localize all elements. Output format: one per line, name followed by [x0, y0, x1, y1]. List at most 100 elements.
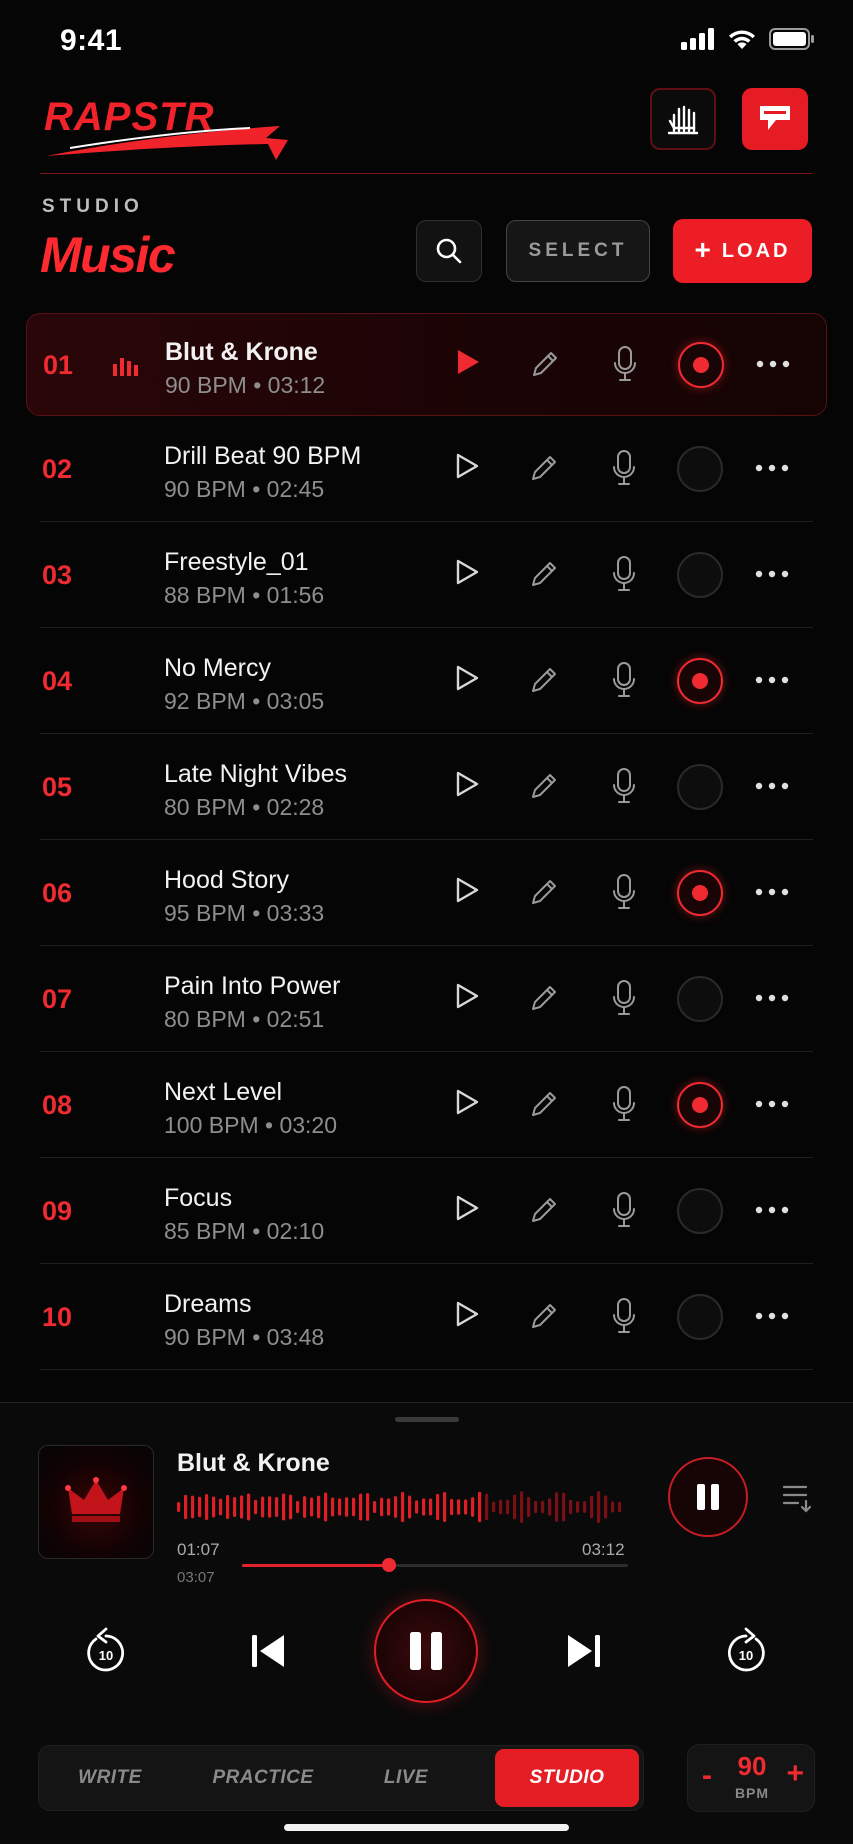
- waveform-bar: [415, 1500, 419, 1514]
- track-number: 07: [42, 984, 73, 1014]
- track-row[interactable]: 01 Blut & Krone 90 BPM • 03:12: [26, 313, 827, 416]
- tab-live[interactable]: LIVE: [345, 1746, 467, 1810]
- edit-button[interactable]: [527, 346, 563, 382]
- track-title: Pain Into Power: [164, 972, 341, 1000]
- edit-button[interactable]: [526, 1086, 562, 1122]
- record-vocals-button[interactable]: [606, 660, 642, 700]
- record-vocals-button[interactable]: [606, 448, 642, 488]
- play-button[interactable]: [448, 662, 484, 698]
- edit-button[interactable]: [526, 1192, 562, 1228]
- play-icon: [451, 1087, 481, 1122]
- edit-button[interactable]: [526, 662, 562, 698]
- play-button[interactable]: [448, 980, 484, 1016]
- more-options-button[interactable]: [752, 450, 792, 486]
- bpm-increase-button[interactable]: +: [786, 1757, 804, 1791]
- next-track-button[interactable]: [562, 1629, 606, 1673]
- edit-button[interactable]: [526, 450, 562, 486]
- drag-handle[interactable]: [395, 1417, 459, 1422]
- play-button[interactable]: [448, 556, 484, 592]
- chat-bubble-icon: [760, 106, 790, 130]
- edit-button[interactable]: [526, 874, 562, 910]
- track-row[interactable]: 06 Hood Story 95 BPM • 03:33: [0, 840, 853, 946]
- waveform-bar: [527, 1496, 531, 1518]
- edit-button[interactable]: [526, 768, 562, 804]
- record-vocals-button[interactable]: [606, 554, 642, 594]
- more-options-button[interactable]: [752, 1192, 792, 1228]
- recorded-indicator[interactable]: [677, 658, 723, 704]
- waveform-bar: [373, 1500, 377, 1514]
- queue-button[interactable]: [780, 1481, 816, 1518]
- more-options-button[interactable]: [752, 1298, 792, 1334]
- recorded-indicator[interactable]: [678, 342, 724, 388]
- tab-write[interactable]: WRITE: [39, 1746, 181, 1810]
- more-options-button[interactable]: [753, 346, 793, 382]
- previous-track-button[interactable]: [246, 1629, 290, 1673]
- progress-knob[interactable]: [381, 1558, 396, 1572]
- track-row[interactable]: 02 Drill Beat 90 BPM 90 BPM • 02:45: [0, 416, 853, 522]
- waveform-bar: [289, 1494, 293, 1520]
- pencil-icon: [532, 456, 556, 480]
- record-vocals-button[interactable]: [606, 1190, 642, 1230]
- waveform[interactable]: [177, 1487, 629, 1527]
- tab-practice[interactable]: PRACTICE: [181, 1746, 345, 1810]
- not-recorded-indicator[interactable]: [677, 552, 723, 598]
- status-time: 9:41: [60, 24, 123, 57]
- more-icon: [755, 1206, 789, 1214]
- community-button[interactable]: [650, 88, 716, 150]
- track-row[interactable]: 04 No Mercy 92 BPM • 03:05: [0, 628, 853, 734]
- microphone-icon: [613, 768, 635, 803]
- waveform-bar: [268, 1496, 272, 1518]
- progress-bar[interactable]: [242, 1558, 628, 1572]
- not-recorded-indicator[interactable]: [677, 446, 723, 492]
- waveform-bar: [317, 1495, 321, 1519]
- not-recorded-indicator[interactable]: [677, 764, 723, 810]
- skip-forward-10-button[interactable]: 10: [722, 1625, 770, 1677]
- record-vocals-button[interactable]: [606, 1084, 642, 1124]
- more-options-button[interactable]: [752, 556, 792, 592]
- play-button[interactable]: [449, 346, 485, 382]
- pencil-icon: [532, 986, 556, 1010]
- play-pause-button[interactable]: [374, 1599, 478, 1703]
- crown-icon: [65, 1477, 127, 1522]
- play-button[interactable]: [448, 1298, 484, 1334]
- record-vocals-button[interactable]: [606, 766, 642, 806]
- select-button[interactable]: SELECT: [506, 220, 650, 282]
- not-recorded-indicator[interactable]: [677, 1188, 723, 1234]
- more-options-button[interactable]: [752, 980, 792, 1016]
- not-recorded-indicator[interactable]: [677, 1294, 723, 1340]
- not-recorded-indicator[interactable]: [677, 976, 723, 1022]
- track-row[interactable]: 05 Late Night Vibes 80 BPM • 02:28: [0, 734, 853, 840]
- play-button[interactable]: [448, 768, 484, 804]
- edit-button[interactable]: [526, 980, 562, 1016]
- more-options-button[interactable]: [752, 768, 792, 804]
- play-button[interactable]: [448, 1192, 484, 1228]
- progress-fill: [242, 1564, 389, 1567]
- track-row[interactable]: 10 Dreams 90 BPM • 03:48: [0, 1264, 853, 1370]
- more-options-button[interactable]: [752, 662, 792, 698]
- mini-pause-button[interactable]: [668, 1457, 748, 1537]
- search-button[interactable]: [416, 220, 482, 282]
- recorded-indicator[interactable]: [677, 1082, 723, 1128]
- track-row[interactable]: 03 Freestyle_01 88 BPM • 01:56: [0, 522, 853, 628]
- record-vocals-button[interactable]: [607, 344, 643, 384]
- record-vocals-button[interactable]: [606, 872, 642, 912]
- track-row[interactable]: 09 Focus 85 BPM • 02:10: [0, 1158, 853, 1264]
- track-row[interactable]: 07 Pain Into Power 80 BPM • 02:51: [0, 946, 853, 1052]
- chat-button[interactable]: [742, 88, 808, 150]
- waveform-bar: [338, 1498, 342, 1516]
- skip-back-10-button[interactable]: 10: [82, 1625, 130, 1677]
- recorded-indicator[interactable]: [677, 870, 723, 916]
- play-button[interactable]: [448, 450, 484, 486]
- more-options-button[interactable]: [752, 1086, 792, 1122]
- record-vocals-button[interactable]: [606, 1296, 642, 1336]
- tab-studio[interactable]: STUDIO: [495, 1749, 639, 1807]
- play-button[interactable]: [448, 1086, 484, 1122]
- track-row[interactable]: 08 Next Level 100 BPM • 03:20: [0, 1052, 853, 1158]
- forward-10-icon: 10: [727, 1627, 765, 1672]
- record-vocals-button[interactable]: [606, 978, 642, 1018]
- play-button[interactable]: [448, 874, 484, 910]
- more-options-button[interactable]: [752, 874, 792, 910]
- load-button[interactable]: + LOAD: [673, 219, 812, 283]
- edit-button[interactable]: [526, 556, 562, 592]
- edit-button[interactable]: [526, 1298, 562, 1334]
